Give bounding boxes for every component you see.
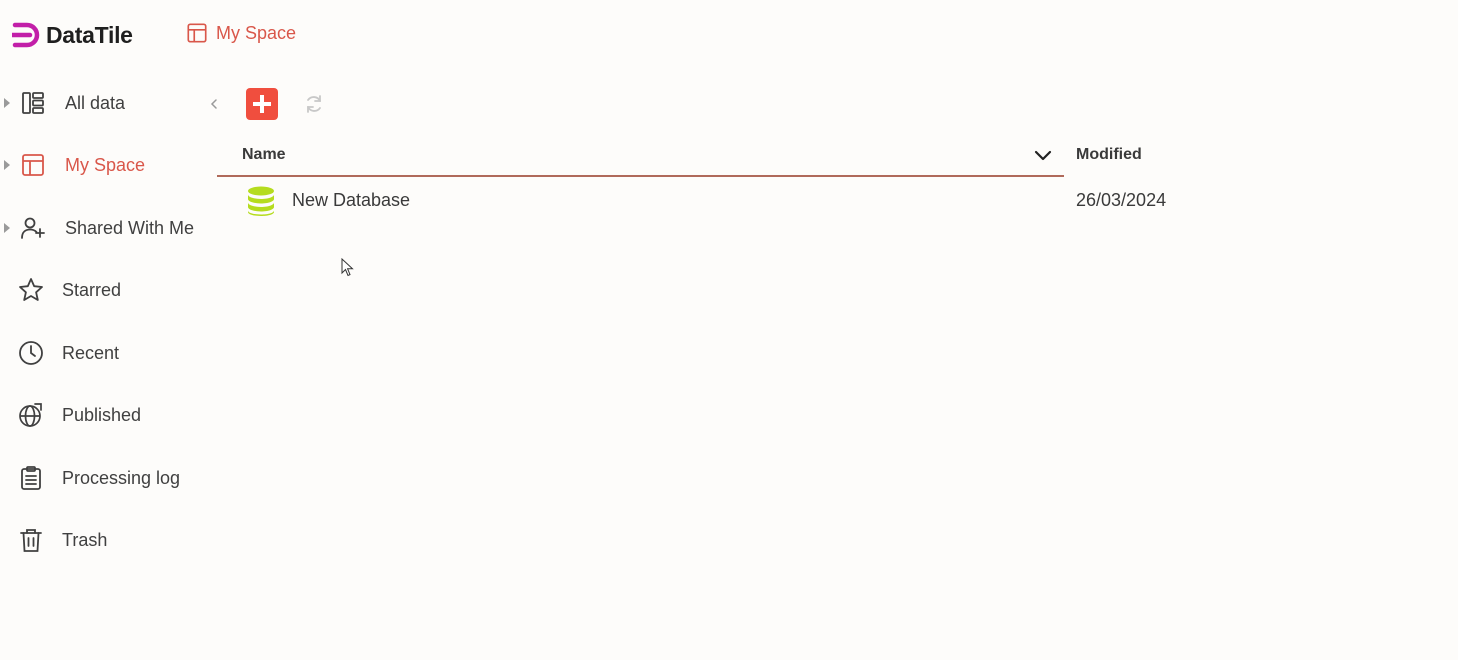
clock-icon bbox=[18, 340, 44, 366]
expand-caret-icon[interactable] bbox=[4, 160, 10, 170]
logo[interactable]: DataTile bbox=[12, 20, 133, 50]
sidebar-item-all-data[interactable]: All data bbox=[0, 78, 216, 128]
sidebar-item-label: All data bbox=[65, 92, 126, 113]
layout-icon bbox=[187, 23, 207, 43]
sidebar-item-label: Trash bbox=[62, 529, 108, 550]
header: DataTile My Space bbox=[0, 0, 1458, 72]
trash-icon bbox=[18, 527, 44, 553]
clipboard-icon bbox=[18, 465, 44, 491]
app-root: DataTile My Space All data My Space Shar… bbox=[0, 0, 1458, 660]
sidebar-item-published[interactable]: Published bbox=[0, 390, 216, 440]
columns-icon bbox=[20, 90, 46, 116]
refresh-icon[interactable] bbox=[303, 93, 325, 115]
breadcrumb[interactable]: My Space bbox=[186, 22, 296, 44]
layout-icon bbox=[20, 152, 46, 178]
sidebar-item-recent[interactable]: Recent bbox=[0, 328, 216, 378]
database-icon bbox=[248, 186, 274, 216]
row-name: New Database bbox=[292, 190, 411, 210]
breadcrumb-label: My Space bbox=[216, 22, 297, 43]
sidebar: All data My Space Shared With Me Starred… bbox=[0, 72, 216, 660]
globe-icon bbox=[18, 402, 44, 428]
sidebar-item-trash[interactable]: Trash bbox=[0, 515, 216, 565]
sidebar-item-shared-with-me[interactable]: Shared With Me bbox=[0, 203, 216, 253]
sidebar-item-processing-log[interactable]: Processing log bbox=[0, 453, 216, 503]
sidebar-item-label: Starred bbox=[62, 279, 122, 300]
sidebar-item-label: Published bbox=[62, 404, 142, 425]
mouse-cursor-icon bbox=[341, 258, 354, 277]
logo-text: DataTile bbox=[46, 21, 133, 48]
header-divider bbox=[217, 175, 1064, 177]
sidebar-item-starred[interactable]: Starred bbox=[0, 265, 216, 315]
row-modified-date: 26/03/2024 bbox=[1076, 190, 1167, 210]
table-row[interactable]: New Database 26/03/2024 bbox=[217, 180, 1317, 222]
sidebar-item-label: Shared With Me bbox=[65, 217, 195, 238]
expand-caret-icon[interactable] bbox=[4, 98, 10, 108]
sidebar-item-label: Processing log bbox=[62, 467, 181, 488]
chevron-down-icon[interactable] bbox=[1033, 148, 1053, 164]
column-header-name[interactable]: Name bbox=[242, 146, 286, 164]
column-header-modified[interactable]: Modified bbox=[1076, 146, 1142, 164]
expand-caret-icon[interactable] bbox=[4, 223, 10, 233]
sidebar-item-label: My Space bbox=[65, 154, 146, 175]
datatile-logo-icon bbox=[12, 22, 40, 48]
star-icon bbox=[18, 277, 44, 303]
user-plus-icon bbox=[20, 215, 46, 241]
add-button[interactable] bbox=[246, 88, 278, 120]
sidebar-item-my-space[interactable]: My Space bbox=[0, 140, 216, 190]
collapse-sidebar-chevron-icon[interactable] bbox=[206, 96, 222, 112]
sidebar-item-label: Recent bbox=[62, 342, 120, 363]
